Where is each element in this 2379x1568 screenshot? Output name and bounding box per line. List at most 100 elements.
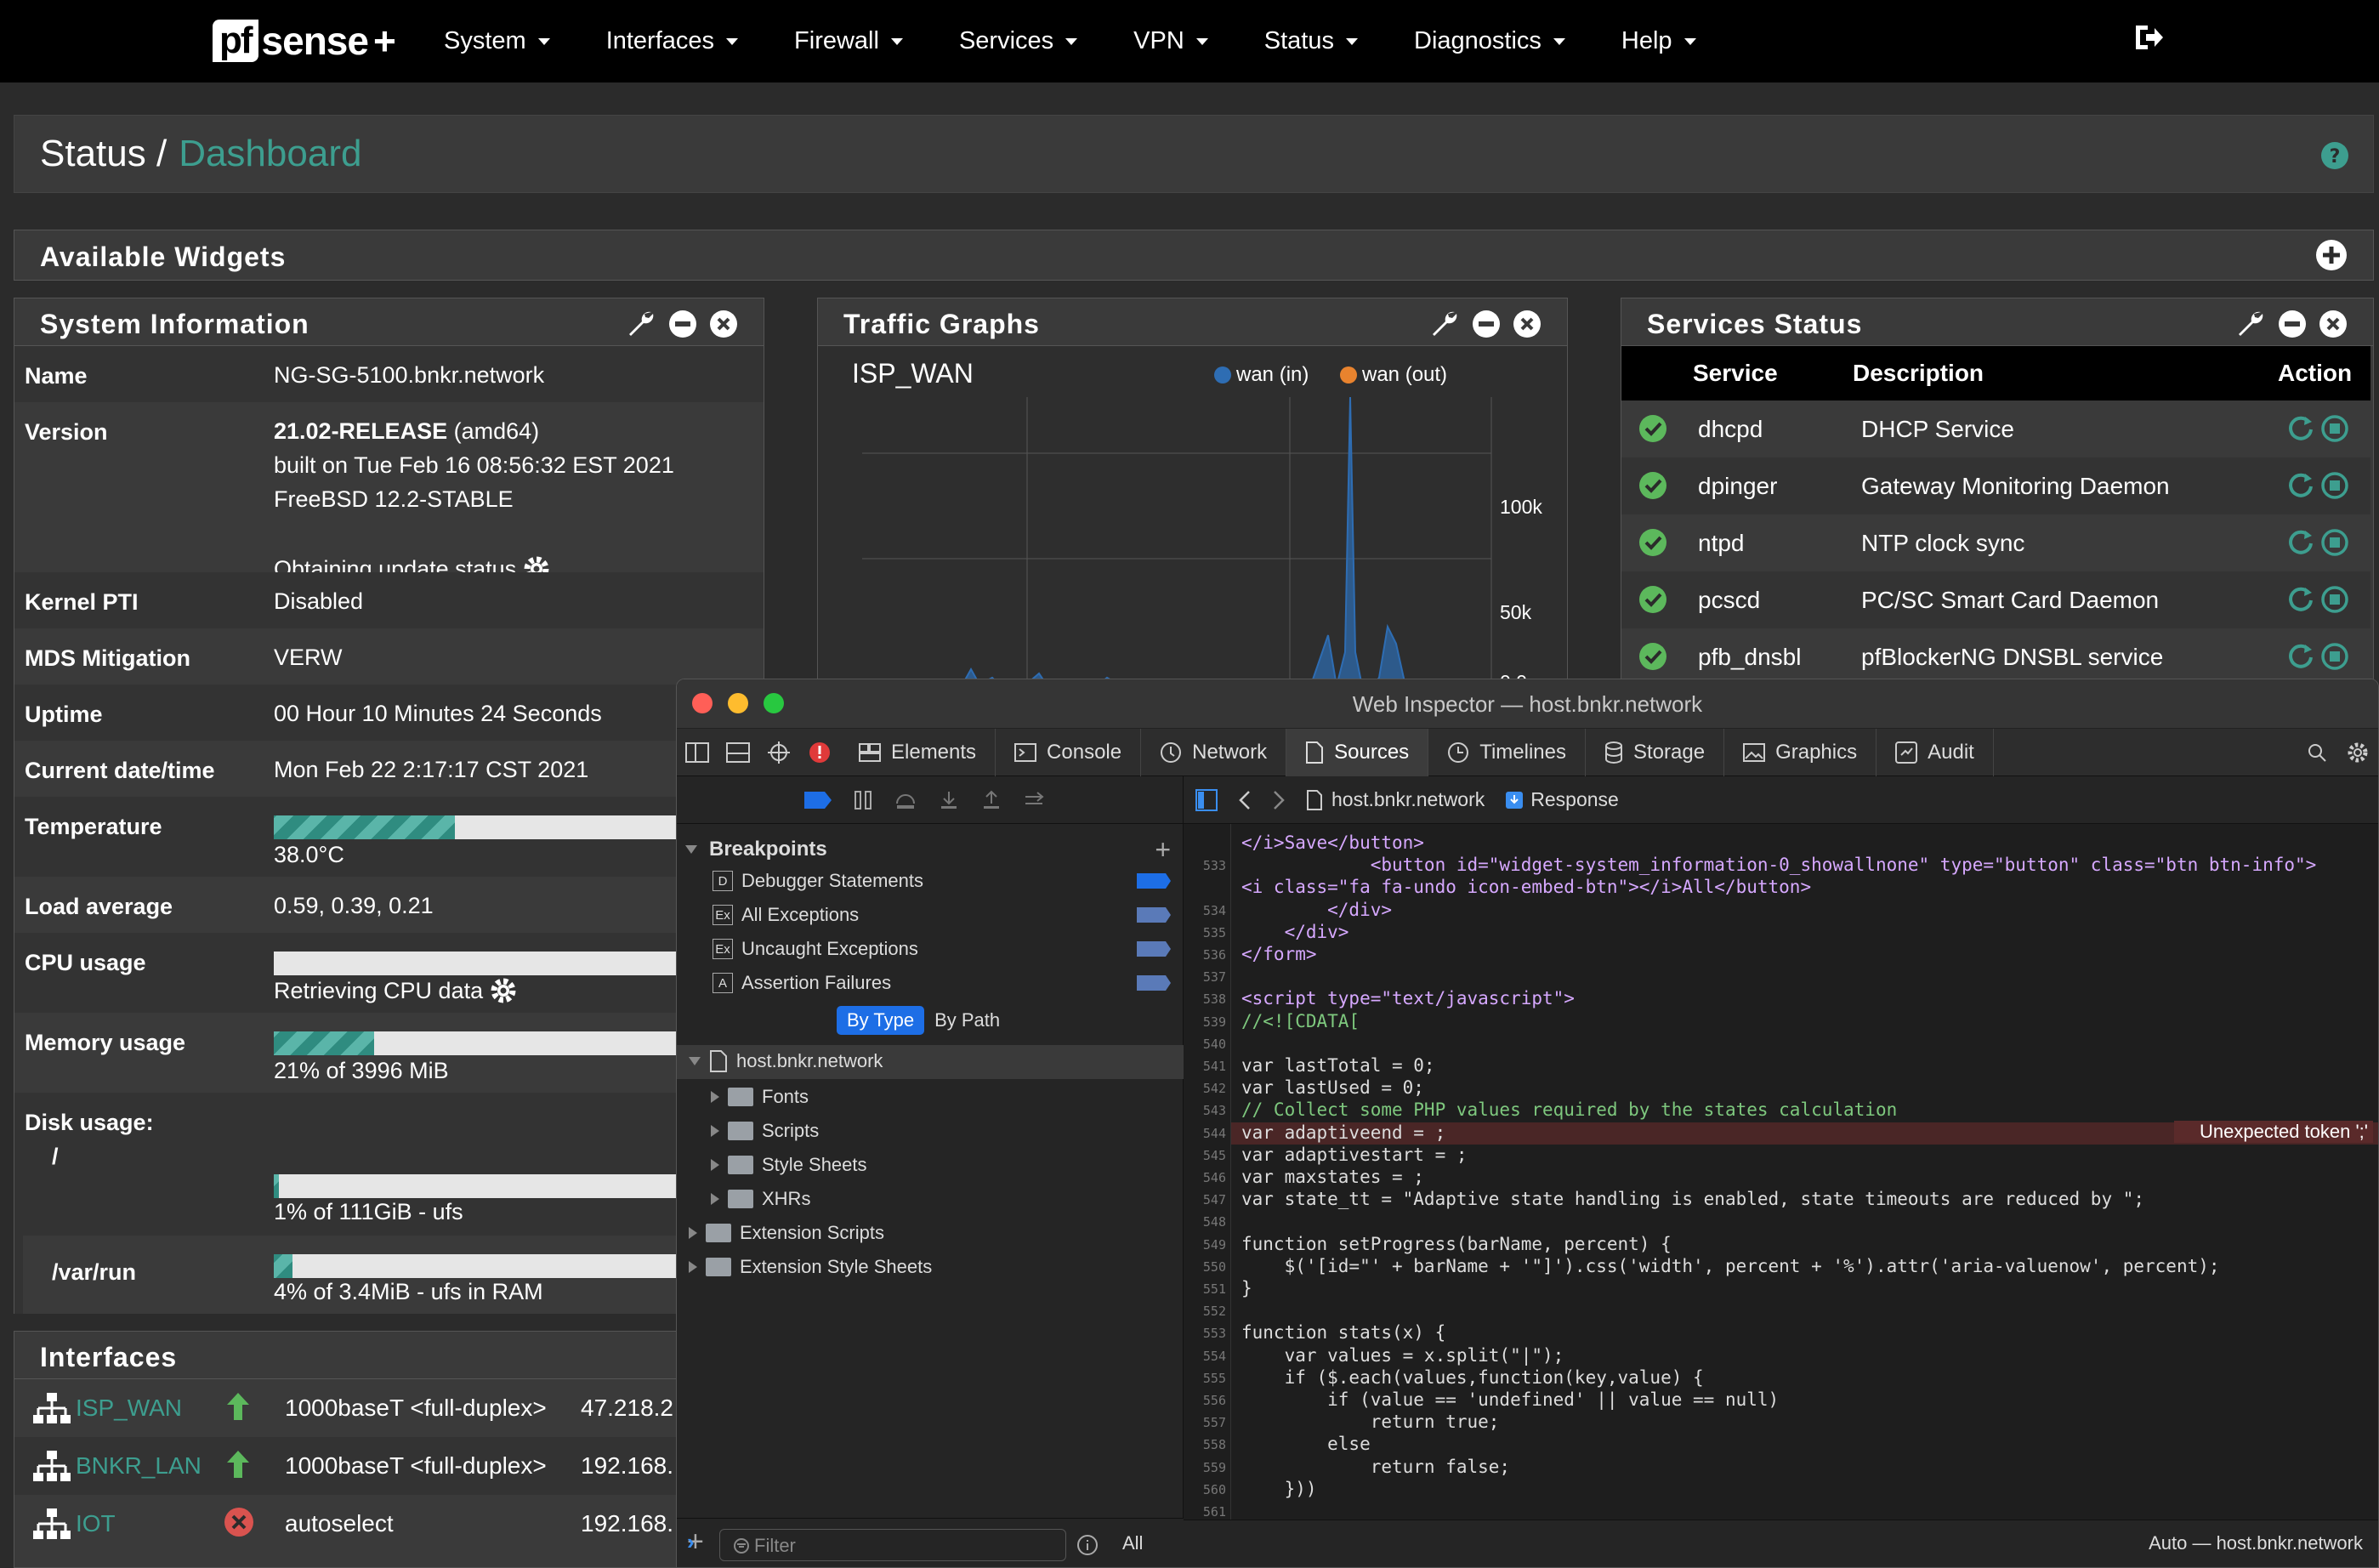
console-prompt-bar[interactable]: Auto — host.bnkr.network bbox=[1184, 1520, 2378, 1567]
tree-folder-style-sheets[interactable]: Style Sheets bbox=[711, 1154, 867, 1176]
help-icon[interactable]: ? bbox=[2320, 141, 2349, 170]
filter-input[interactable]: Filter bbox=[719, 1529, 1066, 1561]
by-path-button[interactable]: By Path bbox=[924, 1006, 1010, 1035]
restart-icon[interactable] bbox=[2286, 414, 2315, 443]
code-line[interactable]: </div> bbox=[1241, 900, 1392, 920]
restart-icon[interactable] bbox=[2286, 471, 2315, 500]
menu-diagnostics[interactable]: Diagnostics bbox=[1414, 27, 1565, 55]
stop-icon[interactable] bbox=[2320, 414, 2349, 443]
stop-icon[interactable] bbox=[2320, 585, 2349, 614]
restart-icon[interactable] bbox=[2286, 528, 2315, 557]
dock-bottom-icon[interactable] bbox=[718, 729, 758, 776]
code-line[interactable]: var maxstates = ; bbox=[1241, 1167, 1424, 1187]
add-breakpoint-icon[interactable]: + bbox=[1155, 834, 1171, 866]
interface-name[interactable]: IOT bbox=[76, 1510, 116, 1537]
code-line[interactable]: var adaptiveend = ; bbox=[1241, 1122, 1445, 1143]
filter-scope-select[interactable]: All bbox=[1122, 1532, 1143, 1554]
breakpoint-all-exceptions[interactable]: Ex All Exceptions bbox=[713, 904, 859, 926]
add-widget-icon[interactable] bbox=[2315, 239, 2348, 271]
code-line[interactable]: } bbox=[1241, 1278, 1252, 1298]
forward-icon[interactable] bbox=[1272, 790, 1286, 810]
code-line[interactable]: else bbox=[1241, 1434, 1371, 1454]
tree-folder-fonts[interactable]: Fonts bbox=[711, 1086, 809, 1108]
minimize-icon[interactable] bbox=[2278, 310, 2307, 338]
breakpoint-flag-icon[interactable] bbox=[1137, 975, 1171, 991]
code-line[interactable]: //<![CDATA[ bbox=[1241, 1011, 1360, 1031]
info-icon[interactable] bbox=[1076, 1534, 1099, 1556]
wrench-icon[interactable] bbox=[1429, 309, 1460, 339]
wrench-icon[interactable] bbox=[626, 309, 656, 339]
step-over-icon[interactable] bbox=[894, 790, 917, 810]
code-line[interactable]: if ($.each(values,function(key,value) { bbox=[1241, 1367, 1704, 1388]
step-out-icon[interactable] bbox=[981, 790, 1002, 810]
sidebar-toggle-icon[interactable] bbox=[1195, 788, 1218, 811]
logout-icon[interactable] bbox=[2131, 20, 2165, 54]
pause-icon[interactable] bbox=[854, 790, 872, 810]
tab-graphics[interactable]: Graphics bbox=[1724, 729, 1877, 776]
restart-icon[interactable] bbox=[2286, 642, 2315, 671]
wrench-icon[interactable] bbox=[2235, 309, 2266, 339]
code-line[interactable]: return true; bbox=[1241, 1412, 1500, 1432]
code-line[interactable]: var lastUsed = 0; bbox=[1241, 1077, 1424, 1098]
step-icon[interactable] bbox=[1024, 790, 1046, 810]
editor-response-crumb[interactable]: Response bbox=[1505, 788, 1619, 811]
code-line[interactable]: function stats(x) { bbox=[1241, 1322, 1445, 1343]
tree-folder-xhrs[interactable]: XHRs bbox=[711, 1188, 810, 1210]
close-icon[interactable] bbox=[2319, 310, 2348, 338]
code-line[interactable]: if (value == 'undefined' || value == nul… bbox=[1241, 1389, 1779, 1410]
code-line[interactable]: var lastTotal = 0; bbox=[1241, 1055, 1435, 1076]
code-line[interactable]: $('[id="' + barName + '"]').css('width',… bbox=[1241, 1256, 2220, 1276]
breakpoint-flag-icon[interactable] bbox=[1137, 907, 1171, 923]
minimize-icon[interactable] bbox=[668, 310, 697, 338]
step-into-icon[interactable] bbox=[939, 790, 959, 810]
menu-help[interactable]: Help bbox=[1621, 27, 1696, 55]
breakpoint-assertion-failures[interactable]: A Assertion Failures bbox=[713, 972, 891, 994]
code-line[interactable]: function setProgress(barName, percent) { bbox=[1241, 1234, 1672, 1254]
close-icon[interactable] bbox=[709, 310, 738, 338]
menu-firewall[interactable]: Firewall bbox=[794, 27, 903, 55]
element-picker-icon[interactable] bbox=[758, 729, 799, 776]
code-line[interactable]: <i class="fa fa-undo icon-embed-btn"></i… bbox=[1241, 877, 1811, 897]
tree-folder-scripts[interactable]: Scripts bbox=[711, 1120, 819, 1142]
code-line[interactable]: var values = x.split("|"); bbox=[1241, 1345, 1564, 1366]
stop-icon[interactable] bbox=[2320, 528, 2349, 557]
menu-status[interactable]: Status bbox=[1264, 27, 1358, 55]
breakpoint-debugger-statements[interactable]: D Debugger Statements bbox=[713, 870, 923, 892]
code-line[interactable]: // Collect some PHP values required by t… bbox=[1241, 1099, 1897, 1120]
tree-extension-scripts[interactable]: Extension Scripts bbox=[689, 1222, 884, 1244]
back-icon[interactable] bbox=[1238, 790, 1252, 810]
menu-services[interactable]: Services bbox=[959, 27, 1078, 55]
minimize-icon[interactable] bbox=[1472, 310, 1501, 338]
breakpoint-flag-icon[interactable] bbox=[1137, 941, 1171, 957]
tab-sources[interactable]: Sources bbox=[1286, 729, 1429, 776]
breadcrumb-page[interactable]: Dashboard bbox=[179, 133, 361, 175]
error-icon[interactable] bbox=[799, 729, 840, 776]
search-icon[interactable] bbox=[2297, 729, 2337, 776]
interface-name[interactable]: BNKR_LAN bbox=[76, 1452, 202, 1480]
breakpoint-flag-icon[interactable] bbox=[1137, 873, 1171, 889]
menu-vpn[interactable]: VPN bbox=[1133, 27, 1208, 55]
tab-network[interactable]: Network bbox=[1141, 729, 1287, 776]
by-type-button[interactable]: By Type bbox=[837, 1006, 925, 1035]
breakpoints-toggle-icon[interactable] bbox=[804, 791, 832, 809]
code-line[interactable]: <button id="widget-system_information-0_… bbox=[1241, 855, 2317, 875]
code-line[interactable]: </div> bbox=[1241, 922, 1349, 942]
code-line[interactable]: </form> bbox=[1241, 944, 1317, 964]
tree-extension-style-sheets[interactable]: Extension Style Sheets bbox=[689, 1256, 932, 1278]
interface-name[interactable]: ISP_WAN bbox=[76, 1395, 182, 1422]
tab-storage[interactable]: Storage bbox=[1586, 729, 1725, 776]
close-icon[interactable] bbox=[1513, 310, 1542, 338]
code-line[interactable]: var state_tt = "Adaptive state handling … bbox=[1241, 1189, 2144, 1209]
breakpoints-header[interactable]: Breakpoints bbox=[685, 838, 827, 861]
stop-icon[interactable] bbox=[2320, 471, 2349, 500]
code-line[interactable]: </i>Save</button> bbox=[1241, 832, 1424, 853]
restart-icon[interactable] bbox=[2286, 585, 2315, 614]
tree-root-host[interactable]: host.bnkr.network bbox=[689, 1050, 883, 1072]
tab-elements[interactable]: Elements bbox=[840, 729, 996, 776]
menu-interfaces[interactable]: Interfaces bbox=[606, 27, 739, 55]
code-line[interactable]: })) bbox=[1241, 1479, 1317, 1499]
gear-icon[interactable] bbox=[2337, 729, 2378, 776]
breakpoint-uncaught-exceptions[interactable]: Ex Uncaught Exceptions bbox=[713, 938, 918, 960]
tab-timelines[interactable]: Timelines bbox=[1428, 729, 1586, 776]
execution-context-select[interactable]: Auto — host.bnkr.network bbox=[2149, 1532, 2363, 1554]
